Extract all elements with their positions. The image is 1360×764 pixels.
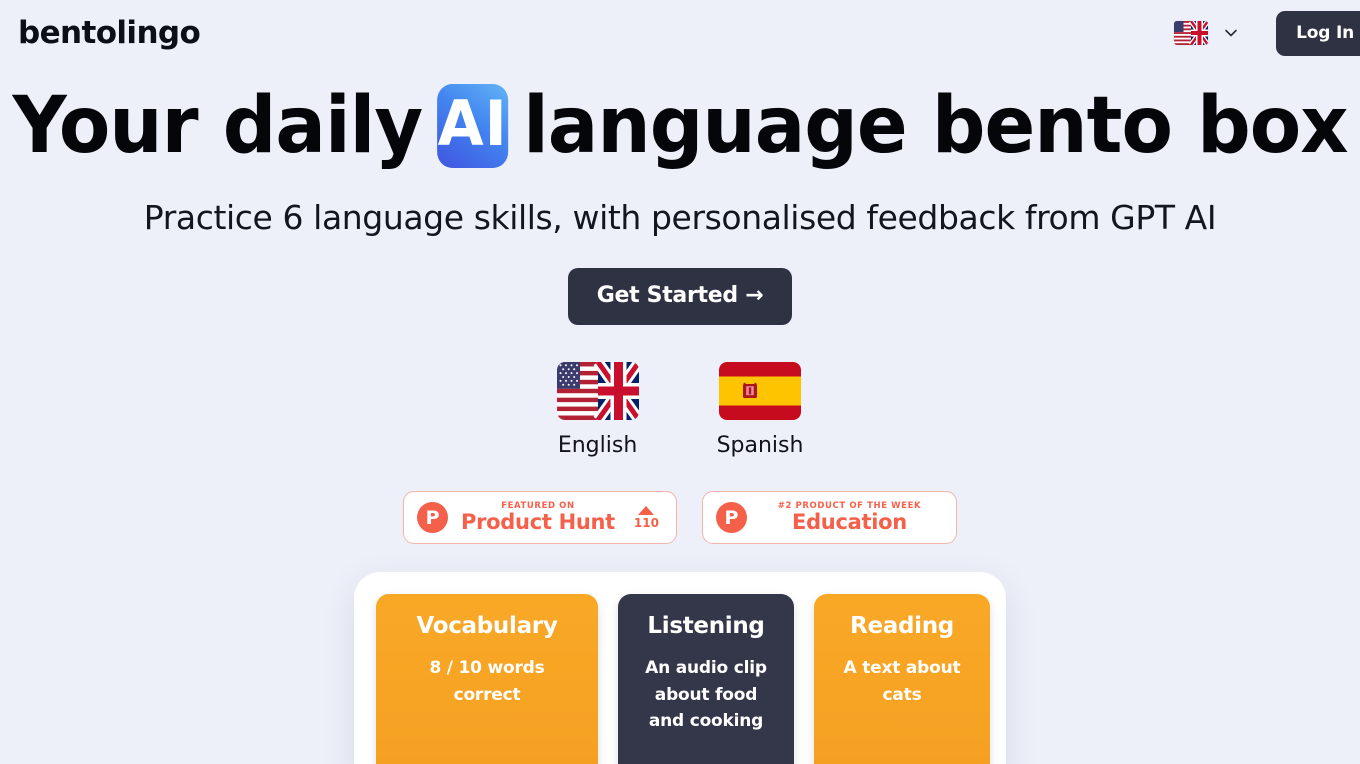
language-options: English Spanish xyxy=(0,362,1360,458)
product-hunt-kicker: FEATURED ON xyxy=(501,500,575,511)
hero-section: Your daily AI language bento box Practic… xyxy=(0,66,1360,764)
product-hunt-badge-text: #2 PRODUCT OF THE WEEK Education xyxy=(760,502,939,534)
language-option-spanish[interactable]: Spanish xyxy=(716,362,804,458)
bento-card-listening[interactable]: Listening An audio clip about food and c… xyxy=(618,594,794,764)
page-title: Your daily AI language bento box xyxy=(12,84,1349,168)
language-label-spanish: Spanish xyxy=(716,433,804,458)
headline-part-1: Your daily xyxy=(12,81,423,171)
product-hunt-title: Education xyxy=(792,510,907,535)
upvote-count: 110 xyxy=(633,516,659,530)
chevron-down-icon xyxy=(1222,24,1240,42)
product-hunt-featured-badge[interactable]: P FEATURED ON Product Hunt 110 xyxy=(403,491,677,544)
cta-container: Get Started → xyxy=(0,268,1360,325)
bento-panel: Vocabulary 8 / 10 words correct Listenin… xyxy=(354,572,1006,764)
bento-card-title: Reading xyxy=(850,613,954,639)
bento-card-title: Vocabulary xyxy=(416,613,558,639)
flag-english-us-uk-icon xyxy=(1174,21,1209,45)
product-hunt-upvotes: 110 xyxy=(628,506,659,529)
bento-card-title: Listening xyxy=(647,613,765,639)
language-switcher[interactable] xyxy=(1164,15,1250,51)
language-option-english[interactable]: English xyxy=(556,362,639,458)
bento-card-vocabulary[interactable]: Vocabulary 8 / 10 words correct xyxy=(376,594,598,764)
language-label-english: English xyxy=(557,433,638,458)
flag-english-us-uk-icon xyxy=(556,362,639,420)
ai-badge: AI xyxy=(437,84,508,168)
site-header: bentolingo Log In xyxy=(0,0,1360,66)
product-hunt-kicker: #2 PRODUCT OF THE WEEK xyxy=(777,500,922,511)
login-button[interactable]: Log In xyxy=(1276,10,1360,56)
bento-card-body: A text about cats xyxy=(843,658,961,705)
product-hunt-logo-icon: P xyxy=(417,502,449,533)
upvote-caret-icon xyxy=(638,506,655,515)
headline-part-2: language bento box xyxy=(523,81,1348,171)
product-hunt-education-badge[interactable]: P #2 PRODUCT OF THE WEEK Education xyxy=(701,491,957,544)
bento-card-reading[interactable]: Reading A text about cats xyxy=(814,594,990,764)
product-hunt-badge-text: FEATURED ON Product Hunt xyxy=(461,502,615,534)
product-hunt-badges: P FEATURED ON Product Hunt 110 P #2 PROD… xyxy=(0,491,1360,544)
flag-spain-icon xyxy=(719,362,801,420)
page-subtitle: Practice 6 language skills, with persona… xyxy=(143,198,1217,237)
header-actions: Log In xyxy=(1164,10,1360,56)
bento-card-body: An audio clip about food and cooking xyxy=(645,658,767,731)
product-hunt-title: Product Hunt xyxy=(461,510,615,535)
get-started-button[interactable]: Get Started → xyxy=(567,268,793,325)
product-hunt-logo-icon: P xyxy=(715,502,747,533)
bento-card-body: 8 / 10 words correct xyxy=(429,658,545,705)
logo[interactable]: bentolingo xyxy=(18,17,201,49)
